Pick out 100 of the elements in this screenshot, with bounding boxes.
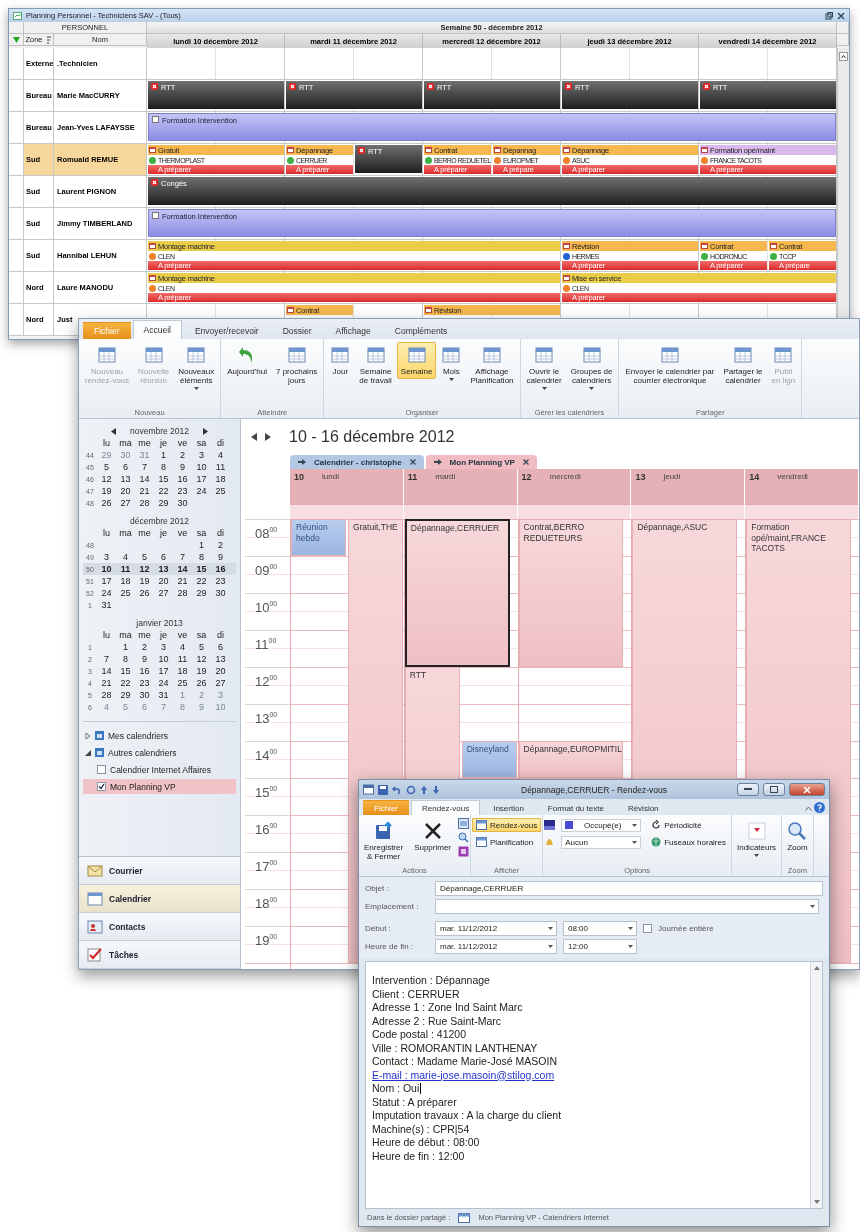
calendar-day[interactable]: 2 xyxy=(173,450,192,460)
calendar-day[interactable]: 30 xyxy=(173,498,192,508)
ribbon-tab[interactable]: Compléments xyxy=(383,322,459,339)
checkbox[interactable] xyxy=(643,924,652,933)
calendar-day[interactable]: 5 xyxy=(116,702,135,712)
ribbon-tab[interactable]: Insertion xyxy=(482,800,535,815)
show-as-dropdown[interactable]: Occupé(e) xyxy=(561,818,642,832)
close-icon[interactable] xyxy=(522,459,529,465)
calendar-day[interactable]: 23 xyxy=(135,678,154,688)
calendar-day[interactable]: 19 xyxy=(192,666,211,676)
expanded-icon[interactable] xyxy=(85,749,91,756)
calendar-day[interactable]: 14 xyxy=(97,666,116,676)
reminder-dropdown[interactable]: Aucun xyxy=(561,835,642,849)
maximize-button[interactable] xyxy=(763,783,785,796)
calendar-day[interactable]: 18 xyxy=(116,576,135,586)
date-field[interactable]: mar. 11/12/2012 xyxy=(435,921,557,936)
ribbon-button[interactable]: Ouvrir le calendrier xyxy=(522,342,566,394)
calendar-day[interactable]: 4 xyxy=(97,702,116,712)
calendar-day[interactable]: 14 xyxy=(135,474,154,484)
ribbon-button[interactable]: 7 prochains jours xyxy=(272,342,322,389)
calendar-day[interactable]: 29 xyxy=(116,690,135,700)
calendar-day[interactable]: 30 xyxy=(211,588,230,598)
calendar-name[interactable]: Calendrier Internet Affaires xyxy=(110,764,211,775)
calendar-day[interactable]: 16 xyxy=(135,666,154,676)
calendar-day[interactable]: 19 xyxy=(135,576,154,586)
calendar-day[interactable]: 9 xyxy=(173,462,192,472)
calendar-day[interactable]: 15 xyxy=(192,564,211,574)
calendar-day[interactable]: 7 xyxy=(135,462,154,472)
calendar-day[interactable]: 15 xyxy=(154,474,173,484)
zoom-button[interactable]: Zoom xyxy=(783,818,812,856)
calendar-day[interactable]: 13 xyxy=(116,474,135,484)
nav-item[interactable]: Contacts xyxy=(79,913,240,941)
folder-label[interactable]: Autres calendriers xyxy=(108,747,177,758)
ribbon-tab[interactable]: Format du texte xyxy=(536,800,615,815)
calendar-day[interactable]: 22 xyxy=(192,576,211,586)
appointment[interactable]: Contrat,BERRO REDUETEURS xyxy=(518,519,624,667)
calendar-day[interactable]: 22 xyxy=(116,678,135,688)
next-icon[interactable] xyxy=(203,427,209,435)
calendar-day[interactable]: 23 xyxy=(211,576,230,586)
calendar-day[interactable]: 27 xyxy=(116,498,135,508)
calendar-day[interactable]: 28 xyxy=(173,588,192,598)
calendar-day[interactable]: 25 xyxy=(116,588,135,598)
ribbon-button[interactable]: Envoyer le calendrier par courrier électronique xyxy=(621,342,719,389)
arrow-down-icon[interactable] xyxy=(432,784,440,795)
calendar-day[interactable]: 27 xyxy=(154,588,173,598)
view-button[interactable]: Rendez-vous xyxy=(472,818,542,832)
previous-icon[interactable] xyxy=(110,427,116,435)
calendar-day[interactable]: 20 xyxy=(211,666,230,676)
date-field[interactable]: mar. 11/12/2012 xyxy=(435,939,557,954)
ribbon-button[interactable]: Affichage Planification xyxy=(466,342,518,389)
folder-label[interactable]: Mes calendriers xyxy=(108,730,168,741)
calendar-day[interactable]: 10 xyxy=(97,564,116,574)
ribbon-button[interactable]: Groupes de calendriers xyxy=(566,342,617,394)
calendar-day[interactable]: 26 xyxy=(135,588,154,598)
appointment[interactable]: Disneyland xyxy=(461,741,517,778)
calendar-day[interactable]: 6 xyxy=(154,552,173,562)
calendar-day[interactable]: 22 xyxy=(154,486,173,496)
calendar-day[interactable]: 8 xyxy=(154,462,173,472)
magnifier-icon[interactable] xyxy=(458,832,470,843)
dropdown-arrow-icon[interactable] xyxy=(628,945,633,948)
calendar-day[interactable]: 2 xyxy=(135,642,154,652)
calendar-day[interactable]: 30 xyxy=(135,690,154,700)
calendar-day[interactable]: 11 xyxy=(211,462,230,472)
calendar-day[interactable]: 5 xyxy=(135,552,154,562)
nav-item[interactable]: Tâches xyxy=(79,941,240,969)
calendar-day[interactable]: 7 xyxy=(97,654,116,664)
appointment[interactable]: Dépannage,EUROPMITIL xyxy=(518,741,624,778)
calendar-day[interactable]: 4 xyxy=(173,642,192,652)
nav-item[interactable]: Courrier xyxy=(79,857,240,885)
notebook-icon[interactable] xyxy=(458,846,470,857)
calendar-day[interactable]: 11 xyxy=(173,654,192,664)
calendar-day[interactable]: 26 xyxy=(192,678,211,688)
calendar-day[interactable]: 21 xyxy=(173,576,192,586)
calendar-day[interactable]: 10 xyxy=(154,654,173,664)
scroll-up-icon[interactable] xyxy=(812,965,821,971)
close-icon[interactable] xyxy=(409,459,416,465)
calendar-day[interactable]: 13 xyxy=(211,654,230,664)
calendar-day[interactable]: 17 xyxy=(97,576,116,586)
calendar-name[interactable]: Mon Planning VP xyxy=(110,781,176,792)
calendar-day[interactable]: 24 xyxy=(154,678,173,688)
calendar-day[interactable]: 1 xyxy=(116,642,135,652)
appointment[interactable]: Réunion hebdo xyxy=(291,519,346,556)
calendar-day[interactable]: 16 xyxy=(173,474,192,484)
ribbon-button[interactable]: Mois xyxy=(437,342,466,385)
view-button[interactable]: Planification xyxy=(472,835,542,849)
calendar-day[interactable]: 21 xyxy=(135,486,154,496)
calendar-day[interactable]: 28 xyxy=(97,690,116,700)
close-button[interactable] xyxy=(789,783,825,796)
scroll-down-icon[interactable] xyxy=(812,1199,821,1205)
window-icon[interactable] xyxy=(458,818,470,829)
calendar-day[interactable]: 9 xyxy=(135,654,154,664)
calendar-day[interactable]: 3 xyxy=(97,552,116,562)
minimize-button[interactable] xyxy=(737,783,759,796)
calendar-day[interactable]: 27 xyxy=(211,678,230,688)
calendar-day[interactable]: 13 xyxy=(154,564,173,574)
calendar-day[interactable]: 14 xyxy=(173,564,192,574)
calendar-day[interactable]: 12 xyxy=(135,564,154,574)
arrow-up-icon[interactable] xyxy=(420,784,428,795)
calendar-day[interactable]: 17 xyxy=(154,666,173,676)
email-link[interactable]: E-mail : marie-jose.masoin@stilog.com xyxy=(372,1068,555,1082)
